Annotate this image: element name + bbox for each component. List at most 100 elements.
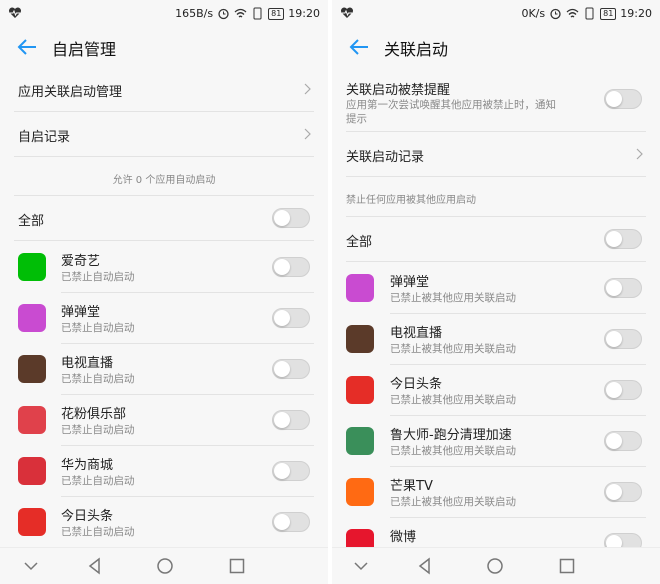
- autostart-screen: 165B/s 81 19:20 自启管理 应用关联启动管理 自启记录 允许 0 …: [0, 0, 328, 584]
- app-status: 已禁止自动启动: [61, 271, 135, 283]
- page-title: 关联启动: [384, 40, 449, 59]
- nav-home-icon[interactable]: [486, 557, 504, 575]
- divider: [14, 156, 314, 157]
- settings-list: 应用关联启动管理 自启记录 允许 0 个应用自动启动 全部 爱奇艺已禁止自动启动…: [0, 67, 328, 547]
- app-autostart-toggle[interactable]: [604, 431, 642, 451]
- wifi-icon: [566, 8, 579, 18]
- nav-back-icon[interactable]: [86, 557, 104, 575]
- alarm-icon: [550, 8, 561, 20]
- all-toggle-row: 全部: [332, 217, 660, 261]
- app-row: 微博已禁止被其他应用关联启动: [332, 517, 660, 547]
- nav-back-icon[interactable]: [416, 557, 434, 575]
- divider: [346, 176, 646, 177]
- autostart-record-label: 自启记录: [18, 130, 71, 145]
- block-reminder-toggle[interactable]: [604, 89, 642, 109]
- clock: 19:20: [288, 7, 320, 20]
- app-autostart-toggle[interactable]: [272, 512, 310, 532]
- back-arrow-icon[interactable]: [348, 36, 370, 58]
- app-name: 花粉俱乐部: [61, 407, 127, 422]
- app-name: 电视直播: [390, 326, 443, 341]
- all-toggle-row: 全部: [0, 196, 328, 240]
- app-status: 已禁止被其他应用关联启动: [390, 394, 516, 406]
- chevron-down-icon[interactable]: [22, 557, 40, 575]
- vmall-icon: [18, 457, 46, 485]
- block-reminder-desc-cont: 提示: [346, 113, 367, 125]
- app-status: 已禁止被其他应用关联启动: [390, 496, 516, 508]
- app-name: 鲁大师-跑分清理加速: [390, 428, 512, 443]
- back-arrow-icon[interactable]: [16, 36, 38, 58]
- weibo-icon: [346, 529, 374, 547]
- app-row: 弹弹堂已禁止被其他应用关联启动: [332, 262, 660, 313]
- app-row: 电视直播已禁止自动启动: [0, 343, 328, 394]
- app-row: 弹弹堂已禁止自动启动: [0, 292, 328, 343]
- ludashi-icon: [346, 427, 374, 455]
- app-autostart-toggle[interactable]: [272, 461, 310, 481]
- clock: 19:20: [620, 7, 652, 20]
- app-name: 弹弹堂: [390, 275, 430, 290]
- app-row: 花粉俱乐部 已禁止自动启动: [0, 394, 328, 445]
- app-autostart-toggle[interactable]: [604, 278, 642, 298]
- app-row: 电视直播已禁止被其他应用关联启动: [332, 313, 660, 364]
- app-row: 爱奇艺已禁止自动启动: [0, 241, 328, 292]
- assoc-launch-record-item[interactable]: 关联启动记录: [332, 132, 660, 176]
- autostart-record-item[interactable]: 自启记录: [0, 112, 328, 156]
- tv-live-icon: [18, 355, 46, 383]
- app-autostart-toggle[interactable]: [604, 329, 642, 349]
- nav-recents-icon[interactable]: [558, 557, 576, 575]
- dandantang-icon: [346, 274, 374, 302]
- all-toggle[interactable]: [604, 229, 642, 249]
- battery-level: 81: [600, 7, 617, 20]
- app-autostart-toggle[interactable]: [272, 308, 310, 328]
- block-reminder-desc: 应用第一次尝试唤醒其他应用被禁止时，通知: [346, 99, 556, 111]
- battery-level: 81: [268, 7, 285, 20]
- assoc-launch-record-label: 关联启动记录: [346, 150, 425, 165]
- alarm-icon: [218, 8, 229, 20]
- nav-recents-icon[interactable]: [228, 557, 246, 575]
- network-speed: 165B/s: [175, 7, 214, 20]
- title-bar: 自启管理: [0, 28, 328, 66]
- toutiao-icon: [18, 508, 46, 536]
- app-autostart-toggle[interactable]: [272, 359, 310, 379]
- assoc-launch-screen: 0K/s 81 19:20 关联启动 关联启动被禁提醒 应用第一次尝试唤醒其他应…: [332, 0, 660, 584]
- app-autostart-toggle[interactable]: [272, 410, 310, 430]
- sim-icon: [585, 7, 594, 20]
- nav-home-icon[interactable]: [156, 557, 174, 575]
- all-toggle[interactable]: [272, 208, 310, 228]
- assoc-launch-manage-label: 应用关联启动管理: [18, 85, 123, 100]
- app-name: 微博: [390, 530, 417, 545]
- app-row: 今日头条已禁止被其他应用关联启动: [332, 364, 660, 415]
- allowed-count-hint: 允许 0 个应用自动启动: [112, 175, 216, 186]
- app-status: 已禁止被其他应用关联启动: [390, 445, 516, 457]
- navigation-bar: [332, 547, 660, 584]
- health-heart-icon: [8, 7, 22, 18]
- sim-icon: [253, 7, 262, 20]
- block-reminder-label: 关联启动被禁提醒: [346, 83, 451, 98]
- app-status: 已禁止被其他应用关联启动: [390, 292, 516, 304]
- app-autostart-toggle[interactable]: [604, 380, 642, 400]
- status-bar: 0K/s 81 19:20: [332, 0, 660, 28]
- app-row: 芒果TV 已禁止被其他应用关联启动: [332, 466, 660, 517]
- chevron-right-icon: [636, 148, 643, 160]
- app-name: 弹弹堂: [61, 305, 101, 320]
- app-autostart-toggle[interactable]: [604, 482, 642, 502]
- app-status: 已禁止自动启动: [61, 373, 135, 385]
- chevron-down-icon[interactable]: [352, 557, 370, 575]
- all-label: 全部: [346, 235, 373, 250]
- app-name: 电视直播: [61, 356, 114, 371]
- app-name: 爱奇艺: [61, 254, 101, 269]
- tv-live-icon: [346, 325, 374, 353]
- app-autostart-toggle[interactable]: [604, 533, 642, 547]
- iqiyi-icon: [18, 253, 46, 281]
- health-heart-icon: [340, 7, 354, 18]
- app-name: 华为商城: [61, 458, 114, 473]
- app-name: 今日头条: [61, 509, 114, 524]
- app-name: 今日头条: [390, 377, 443, 392]
- assoc-launch-manage-item[interactable]: 应用关联启动管理: [0, 67, 328, 111]
- settings-list: 关联启动被禁提醒 应用第一次尝试唤醒其他应用被禁止时，通知 提示 关联启动记录 …: [332, 67, 660, 547]
- app-autostart-toggle[interactable]: [272, 257, 310, 277]
- app-status: 已禁止自动启动: [61, 475, 135, 487]
- app-status: 已禁止被其他应用关联启动: [390, 343, 516, 355]
- chevron-right-icon: [304, 83, 311, 95]
- app-status: 已禁止自动启动: [61, 322, 135, 334]
- forbid-launch-hint: 禁止任何应用被其他应用启动: [346, 195, 476, 206]
